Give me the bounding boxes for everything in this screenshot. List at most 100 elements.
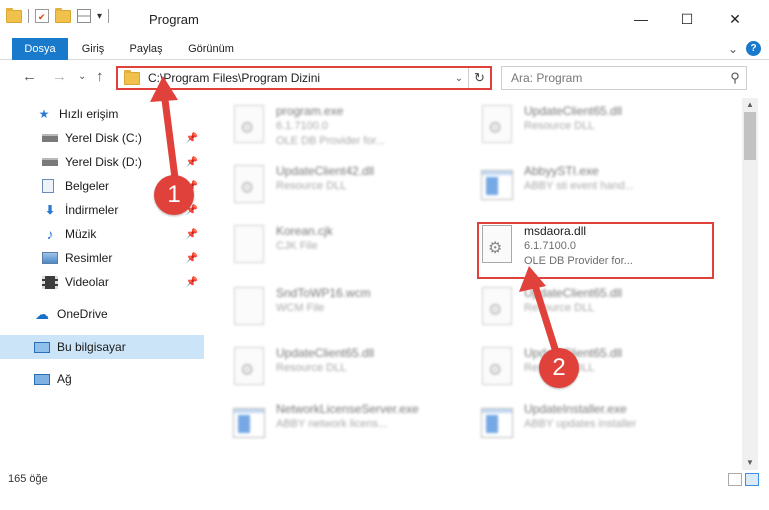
back-button[interactable]: ← (22, 68, 37, 85)
drive-icon (42, 158, 58, 166)
file-item[interactable]: SndToWP16.wcm WCM File (232, 286, 462, 334)
folder-icon (124, 69, 140, 85)
file-type: Resource DLL (276, 180, 347, 192)
file-type: Resource DLL (276, 362, 347, 374)
app-icon (480, 402, 514, 442)
details-view-icon[interactable] (728, 473, 742, 486)
sidebar-item-disk-d[interactable]: Yerel Disk (D:) 📌 (0, 150, 204, 174)
file-type: CJK File (276, 240, 318, 252)
maximize-button[interactable]: ☐ (664, 0, 710, 38)
app-icon (480, 164, 514, 204)
sidebar-item-label: Yerel Disk (C:) (65, 131, 142, 145)
new-folder-icon[interactable] (55, 7, 71, 23)
file-item[interactable]: AbbyySTI.exe ABBY sti event hand... (480, 164, 710, 212)
customize-qat-icon[interactable] (77, 9, 91, 23)
pin-icon[interactable]: 📌 (186, 157, 198, 168)
qat-dropdown-icon[interactable]: ▾ (97, 11, 102, 22)
sidebar-item-network[interactable]: Ağ (0, 367, 204, 391)
file-type: Resource DLL (524, 120, 595, 132)
scroll-down-icon[interactable]: ▼ (742, 456, 758, 470)
quick-access-toolbar: ✔ ▾ (6, 7, 110, 23)
app-icon (232, 402, 266, 442)
file-description: ABBY network licens... (276, 418, 388, 430)
ribbon-expand-icon[interactable]: ⌄ (728, 42, 738, 56)
minimize-button[interactable]: — (618, 0, 664, 38)
properties-icon[interactable]: ✔ (35, 9, 49, 23)
search-icon[interactable]: ⚲ (724, 70, 746, 86)
sidebar-item-label: Bu bilgisayar (57, 340, 126, 354)
step-2-badge: 2 (539, 348, 579, 388)
ribbon-tabs: Dosya Giriş Paylaş Görünüm ⌄ ? (0, 38, 769, 60)
tab-home[interactable]: Giriş (72, 38, 114, 60)
close-button[interactable]: ✕ (712, 0, 758, 38)
file-description: ABBY sti event hand... (524, 180, 634, 192)
pin-icon[interactable]: 📌 (186, 253, 198, 264)
file-item[interactable]: Korean.cjk CJK File (232, 224, 462, 272)
toolbar-separator (108, 9, 110, 23)
file-type: WCM File (276, 302, 325, 314)
file-item[interactable]: UpdateClient65.dll Resource DLL (480, 104, 710, 152)
file-item[interactable]: UpdateClient42.dll Resource DLL (232, 164, 462, 212)
sidebar-item-label: OneDrive (57, 307, 108, 321)
large-icons-view-icon[interactable] (745, 473, 759, 486)
up-button[interactable]: ↑ (96, 68, 104, 85)
file-description: OLE DB Provider for... (276, 135, 385, 147)
search-box[interactable]: ⚲ (501, 66, 747, 90)
scroll-up-icon[interactable]: ▲ (742, 98, 758, 112)
file-description: ABBY updates installer (524, 418, 637, 430)
pin-icon[interactable]: 📌 (186, 133, 198, 144)
step-1-badge: 1 (154, 175, 194, 215)
file-type: Resource DLL (524, 302, 595, 314)
scroll-thumb[interactable] (744, 112, 756, 160)
tab-view[interactable]: Görünüm (180, 38, 242, 60)
file-item[interactable]: UpdateInstaller.exe ABBY updates install… (480, 402, 710, 450)
pin-icon[interactable]: 📌 (186, 277, 198, 288)
tab-file[interactable]: Dosya (12, 38, 68, 60)
file-icon (232, 224, 266, 264)
pictures-icon (42, 252, 58, 264)
file-item[interactable]: NetworkLicenseServer.exe ABBY network li… (232, 402, 462, 450)
file-list: program.exe 6.1.7100.0 OLE DB Provider f… (212, 98, 742, 464)
navigation-pane: ★ Hızlı erişim Yerel Disk (C:) 📌 Yerel D… (0, 98, 210, 464)
forward-button[interactable]: → (52, 68, 67, 85)
highlight-box (477, 222, 714, 279)
file-name: Korean.cjk (276, 224, 333, 238)
dll-icon (480, 286, 514, 326)
vertical-scrollbar[interactable]: ▲ ▼ (742, 98, 758, 470)
file-item[interactable]: program.exe 6.1.7100.0 OLE DB Provider f… (232, 104, 462, 152)
sidebar-item-onedrive[interactable]: ☁ OneDrive (0, 302, 204, 326)
dll-icon (232, 346, 266, 386)
app-icon (232, 104, 266, 144)
sidebar-item-videos[interactable]: Videolar 📌 (0, 270, 204, 294)
video-icon (42, 275, 58, 289)
status-bar: 165 öğe (0, 470, 769, 490)
address-bar[interactable]: C:\Program Files\Program Dizini ⌄ ↻ (116, 66, 492, 90)
file-item[interactable]: UpdateClient65.dll Resource DLL (480, 286, 710, 334)
sidebar-item-label: İndirmeler (65, 203, 119, 217)
file-item[interactable]: UpdateClient65.dll Resource DLL (480, 346, 710, 394)
dll-icon (480, 104, 514, 144)
tab-share[interactable]: Paylaş (122, 38, 170, 60)
file-version: 6.1.7100.0 (276, 120, 328, 132)
star-icon: ★ (38, 107, 50, 121)
file-name: NetworkLicenseServer.exe (276, 402, 419, 416)
search-input[interactable] (511, 71, 724, 85)
help-icon[interactable]: ? (746, 41, 761, 56)
address-path[interactable]: C:\Program Files\Program Dizini (148, 71, 450, 85)
file-item[interactable]: UpdateClient65.dll Resource DLL (232, 346, 462, 394)
sidebar-item-this-pc[interactable]: Bu bilgisayar (0, 335, 204, 359)
refresh-button[interactable]: ↻ (468, 68, 490, 88)
navigation-bar: ← → ⌄ ↑ C:\Program Files\Program Dizini … (0, 61, 769, 95)
address-dropdown-button[interactable]: ⌄ (450, 73, 468, 84)
sidebar-item-quick-access[interactable]: ★ Hızlı erişim (0, 102, 204, 126)
window-title: Program (149, 12, 199, 27)
recent-locations-button[interactable]: ⌄ (78, 71, 86, 82)
music-icon: ♪ (46, 226, 54, 242)
dll-icon (232, 164, 266, 204)
sidebar-item-pictures[interactable]: Resimler 📌 (0, 246, 204, 270)
sidebar-item-label: Müzik (65, 227, 97, 241)
sidebar-item-music[interactable]: ♪ Müzik 📌 (0, 222, 204, 246)
sidebar-item-disk-c[interactable]: Yerel Disk (C:) 📌 (0, 126, 204, 150)
pin-icon[interactable]: 📌 (186, 229, 198, 240)
folder-icon (6, 7, 22, 23)
